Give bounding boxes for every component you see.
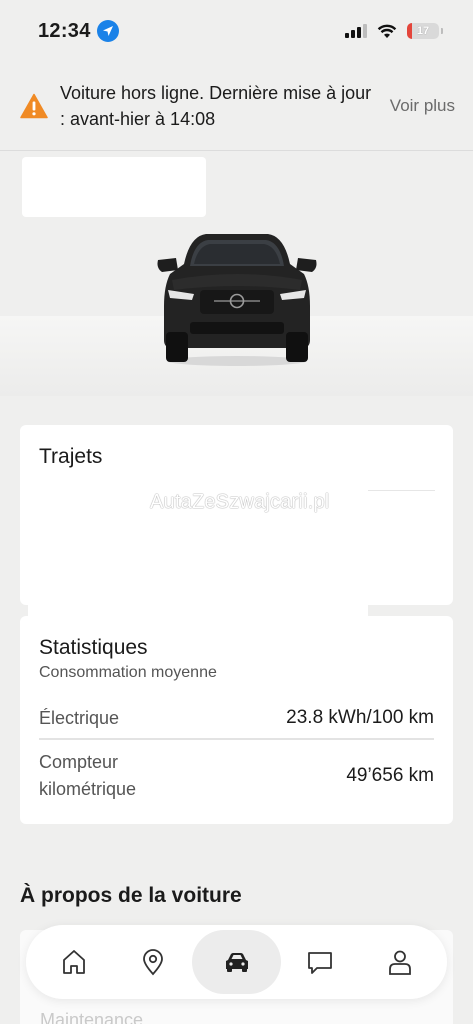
- stat-value-electric: 23.8 kWh/100 km: [286, 707, 434, 728]
- chat-icon: [308, 952, 333, 974]
- clock-text: 12:34: [38, 19, 91, 42]
- nav-map[interactable]: [113, 930, 192, 994]
- battery-level: 17: [416, 25, 430, 37]
- car-name-redacted: [22, 157, 206, 217]
- see-more-link[interactable]: Voir plus: [390, 96, 455, 116]
- stat-row-electric: Électrique 23.8 kWh/100 km: [39, 704, 434, 740]
- nav-messages[interactable]: [281, 930, 360, 994]
- bottom-nav-bar: [26, 925, 447, 999]
- person-icon: [388, 950, 411, 975]
- trips-card-tab: [28, 600, 368, 616]
- status-indicators: 17: [345, 23, 443, 39]
- battery-cap: [441, 28, 443, 34]
- stat-label-odometer: Compteur kilométrique: [39, 752, 137, 799]
- status-bar: 12:34 17: [0, 0, 473, 62]
- status-time: 12:34: [38, 20, 119, 43]
- maintenance-item-label[interactable]: Maintenance: [40, 1010, 143, 1024]
- wifi-icon: [377, 24, 397, 38]
- car-icon: [225, 953, 248, 972]
- watermark-text: AutaZeSzwajcarii.pl: [150, 491, 330, 513]
- statistics-subtitle: Consommation moyenne: [39, 664, 217, 681]
- trips-title: Trajets: [39, 445, 103, 468]
- statistics-title: Statistiques: [39, 636, 148, 659]
- signal-icon: [345, 24, 367, 38]
- nav-home[interactable]: [34, 930, 113, 994]
- car-image: [157, 234, 317, 366]
- stat-label-electric: Électrique: [39, 707, 120, 728]
- location-pin-icon: [142, 949, 163, 976]
- alert-message: Voiture hors ligne. Dernière mise à jour…: [60, 83, 372, 129]
- nav-car[interactable]: [192, 930, 281, 994]
- trips-card[interactable]: Trajets: [20, 425, 453, 605]
- offline-alert-banner: Voiture hors ligne. Dernière mise à jour…: [0, 62, 473, 151]
- battery-icon: 17: [407, 23, 439, 39]
- location-arrow-icon: [96, 20, 119, 42]
- stat-row-odometer: Compteur kilométrique 49’656 km: [39, 740, 434, 812]
- divider: [368, 490, 435, 491]
- stat-value-odometer: 49’656 km: [346, 765, 434, 786]
- about-car-heading: À propos de la voiture: [20, 884, 242, 907]
- home-icon: [62, 950, 85, 974]
- warning-icon: [20, 93, 48, 119]
- statistics-card[interactable]: Statistiques Consommation moyenne Électr…: [20, 616, 453, 824]
- nav-profile[interactable]: [360, 930, 439, 994]
